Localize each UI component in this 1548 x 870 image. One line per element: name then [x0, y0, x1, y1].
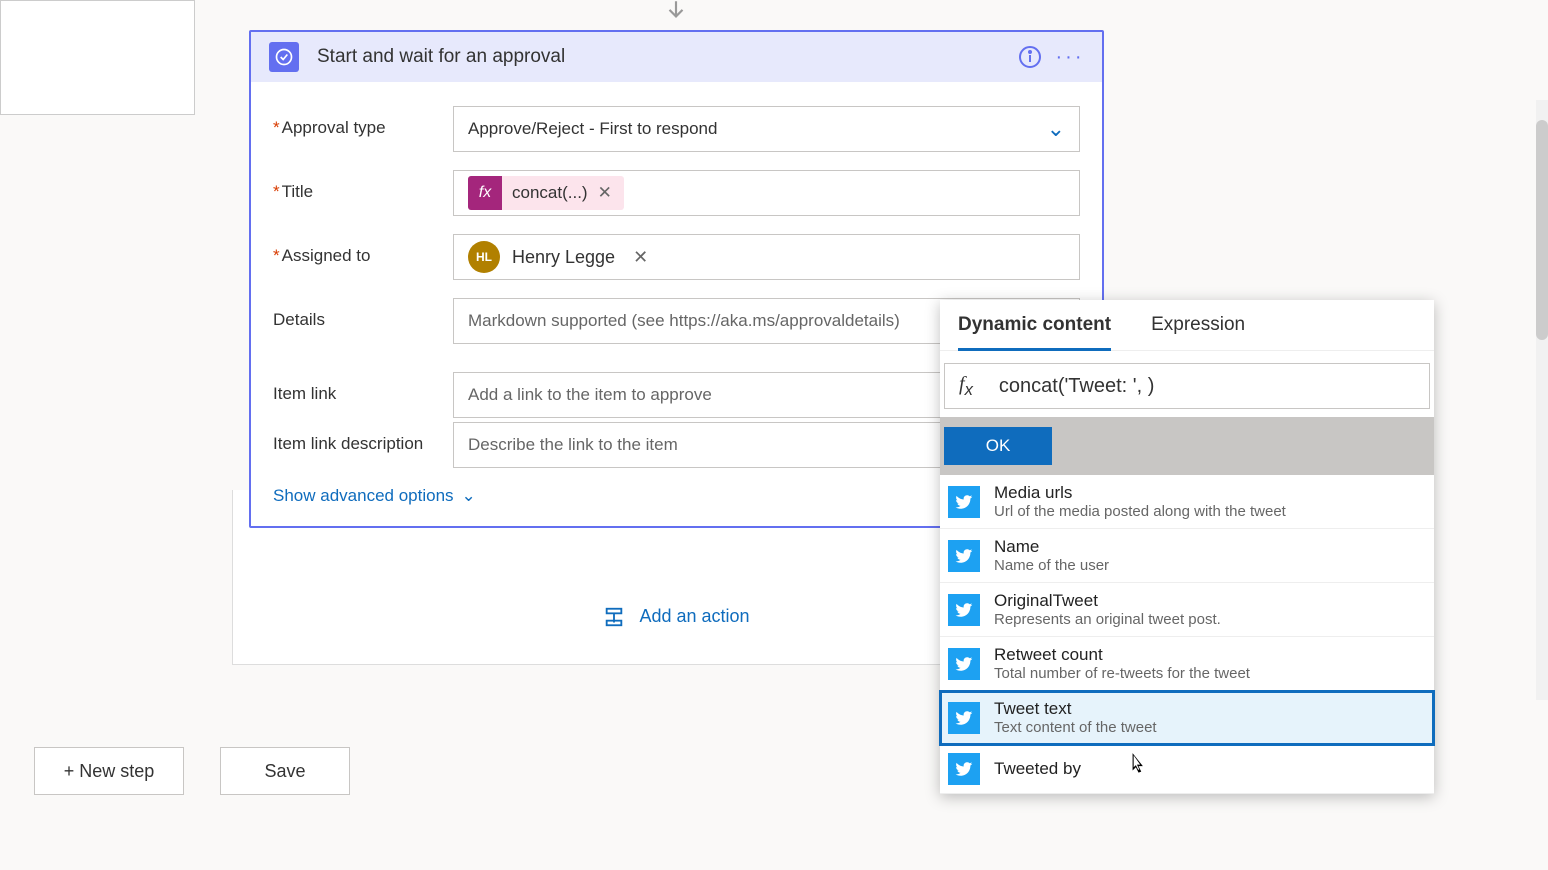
twitter-icon [948, 486, 980, 518]
pill-text: concat(...) [512, 183, 588, 203]
item-link-placeholder: Add a link to the item to approve [468, 385, 712, 405]
expression-pill[interactable]: fx concat(...) ✕ [468, 176, 624, 210]
item-link-desc-placeholder: Describe the link to the item [468, 435, 678, 455]
chevron-down-icon: ⌄ [462, 486, 476, 506]
expression-input[interactable]: fx concat('Tweet: ', ) [944, 363, 1430, 409]
scrollbar-thumb[interactable] [1536, 120, 1548, 340]
title-input[interactable]: fx concat(...) ✕ [453, 170, 1080, 216]
tab-dynamic-content[interactable]: Dynamic content [958, 314, 1111, 351]
label-approval-type: *Approval type [273, 106, 453, 138]
close-icon[interactable]: ✕ [633, 247, 648, 268]
picker-item[interactable]: Tweeted by [940, 745, 1434, 794]
picker-item-desc: Name of the user [994, 557, 1426, 574]
expression-value: concat('Tweet: ', ) [999, 375, 1154, 398]
twitter-icon [948, 648, 980, 680]
picker-item[interactable]: Media urls Url of the media posted along… [940, 475, 1434, 529]
label-item-link-desc: Item link description [273, 422, 453, 454]
twitter-icon [948, 594, 980, 626]
twitter-icon [948, 540, 980, 572]
left-panel-fragment [0, 0, 195, 115]
picker-item-name: Tweeted by [994, 759, 1426, 779]
add-action-label: Add an action [639, 606, 749, 627]
row-title: *Title fx concat(...) ✕ [273, 170, 1080, 216]
twitter-icon [948, 702, 980, 734]
label-item-link: Item link [273, 372, 453, 404]
picker-item[interactable]: OriginalTweet Represents an original twe… [940, 583, 1434, 637]
label-assigned-to: *Assigned to [273, 234, 453, 266]
approval-type-value: Approve/Reject - First to respond [468, 119, 717, 139]
info-icon[interactable] [1016, 43, 1044, 71]
picker-item-name: OriginalTweet [994, 591, 1426, 611]
label-title: *Title [273, 170, 453, 202]
picker-item[interactable]: Retweet count Total number of re-tweets … [940, 637, 1434, 691]
bottom-button-row: + New step Save [34, 747, 350, 795]
picker-item-desc: Represents an original tweet post. [994, 611, 1426, 628]
picker-item-name: Retweet count [994, 645, 1426, 665]
picker-list: Media urls Url of the media posted along… [940, 475, 1434, 794]
fx-icon: fx [959, 373, 973, 400]
row-approval-type: *Approval type Approve/Reject - First to… [273, 106, 1080, 152]
card-title: Start and wait for an approval [317, 46, 1004, 68]
picker-item-name: Name [994, 537, 1426, 557]
picker-item[interactable]: Tweet text Text content of the tweet [940, 691, 1434, 745]
save-button[interactable]: Save [220, 747, 350, 795]
approval-type-select[interactable]: Approve/Reject - First to respond ⌄ [453, 106, 1080, 152]
details-placeholder: Markdown supported (see https://aka.ms/a… [468, 311, 900, 331]
person-pill[interactable]: HL Henry Legge ✕ [468, 238, 648, 276]
avatar: HL [468, 241, 500, 273]
close-icon[interactable]: ✕ [598, 183, 612, 203]
picker-tabs: Dynamic content Expression [940, 300, 1434, 351]
row-assigned-to: *Assigned to HL Henry Legge ✕ [273, 234, 1080, 280]
new-step-button[interactable]: + New step [34, 747, 184, 795]
tab-expression[interactable]: Expression [1151, 314, 1245, 350]
picker-item-desc: Url of the media posted along with the t… [994, 503, 1426, 520]
picker-ok-bar: OK [940, 417, 1434, 475]
label-details: Details [273, 298, 453, 330]
ok-button[interactable]: OK [944, 427, 1052, 465]
twitter-icon [948, 753, 980, 785]
chevron-down-icon: ⌄ [1047, 116, 1065, 142]
card-header[interactable]: Start and wait for an approval ··· [251, 32, 1102, 82]
person-name: Henry Legge [512, 247, 615, 268]
picker-item-name: Media urls [994, 483, 1426, 503]
fx-icon: fx [468, 176, 502, 210]
more-menu-icon[interactable]: ··· [1056, 43, 1084, 71]
approval-icon [269, 42, 299, 72]
picker-item-desc: Text content of the tweet [994, 719, 1426, 736]
assigned-to-input[interactable]: HL Henry Legge ✕ [453, 234, 1080, 280]
connector-arrow-icon [663, 0, 689, 29]
add-action-icon [603, 606, 625, 628]
dynamic-content-picker: Dynamic content Expression fx concat('Tw… [940, 300, 1434, 794]
picker-item[interactable]: Name Name of the user [940, 529, 1434, 583]
picker-item-name: Tweet text [994, 699, 1426, 719]
picker-item-desc: Total number of re-tweets for the tweet [994, 665, 1426, 682]
